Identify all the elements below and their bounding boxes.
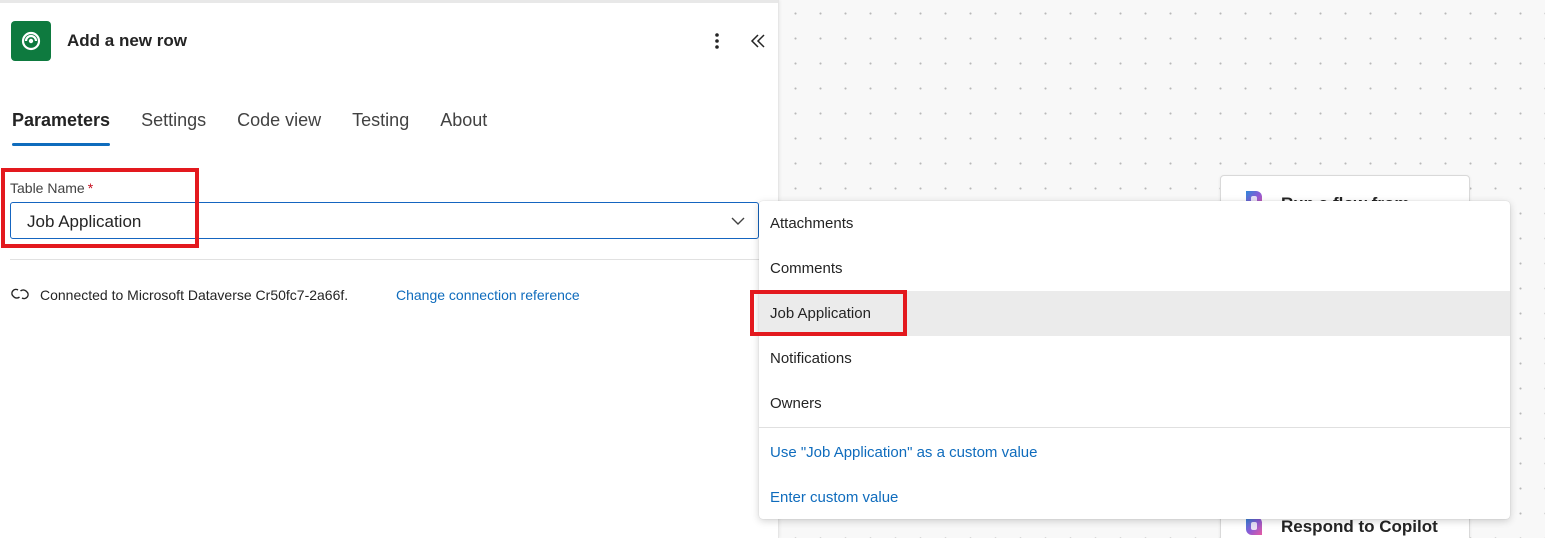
table-name-dropdown[interactable]: Job Application	[10, 202, 759, 239]
dataverse-icon	[11, 21, 51, 61]
section-divider	[10, 259, 759, 260]
tab-code-view[interactable]: Code view	[237, 108, 321, 146]
connection-status-text: Connected to Microsoft Dataverse Cr50fc7…	[40, 287, 349, 303]
option-comments[interactable]: Comments	[759, 246, 1510, 291]
tab-parameters[interactable]: Parameters	[12, 108, 111, 146]
listbox-divider	[759, 427, 1510, 428]
more-options-button[interactable]	[706, 29, 728, 53]
option-use-custom-value[interactable]: Use "Job Application" as a custom value	[759, 430, 1510, 475]
table-name-listbox: Attachments Comments Job Application Not…	[759, 201, 1510, 519]
table-name-label-text: Table Name	[10, 180, 85, 196]
double-chevron-left-icon	[750, 34, 765, 48]
collapse-panel-button[interactable]	[746, 29, 770, 53]
chevron-down-icon	[731, 217, 745, 225]
option-enter-custom-value[interactable]: Enter custom value	[759, 475, 1510, 520]
panel-title: Add a new row	[67, 31, 187, 50]
action-details-panel: Add a new row Parameters Settings Code v…	[0, 0, 779, 538]
table-name-value: Job Application	[27, 212, 142, 231]
option-job-application[interactable]: Job Application	[759, 291, 1510, 336]
flow-card-title: Respond to Copilot	[1281, 517, 1438, 536]
panel-tabs: Parameters Settings Code view Testing Ab…	[12, 108, 518, 148]
link-icon	[11, 288, 29, 300]
option-owners[interactable]: Owners	[759, 381, 1510, 426]
tab-about[interactable]: About	[440, 108, 487, 146]
tab-settings[interactable]: Settings	[141, 108, 206, 146]
required-marker: *	[87, 180, 94, 196]
tab-testing[interactable]: Testing	[352, 108, 409, 146]
table-name-label: Table Name *	[10, 180, 93, 196]
option-attachments[interactable]: Attachments	[759, 201, 1510, 246]
panel-top-border	[0, 0, 778, 3]
more-vertical-icon	[715, 33, 719, 49]
change-connection-link[interactable]: Change connection reference	[396, 287, 580, 303]
option-notifications[interactable]: Notifications	[759, 336, 1510, 381]
